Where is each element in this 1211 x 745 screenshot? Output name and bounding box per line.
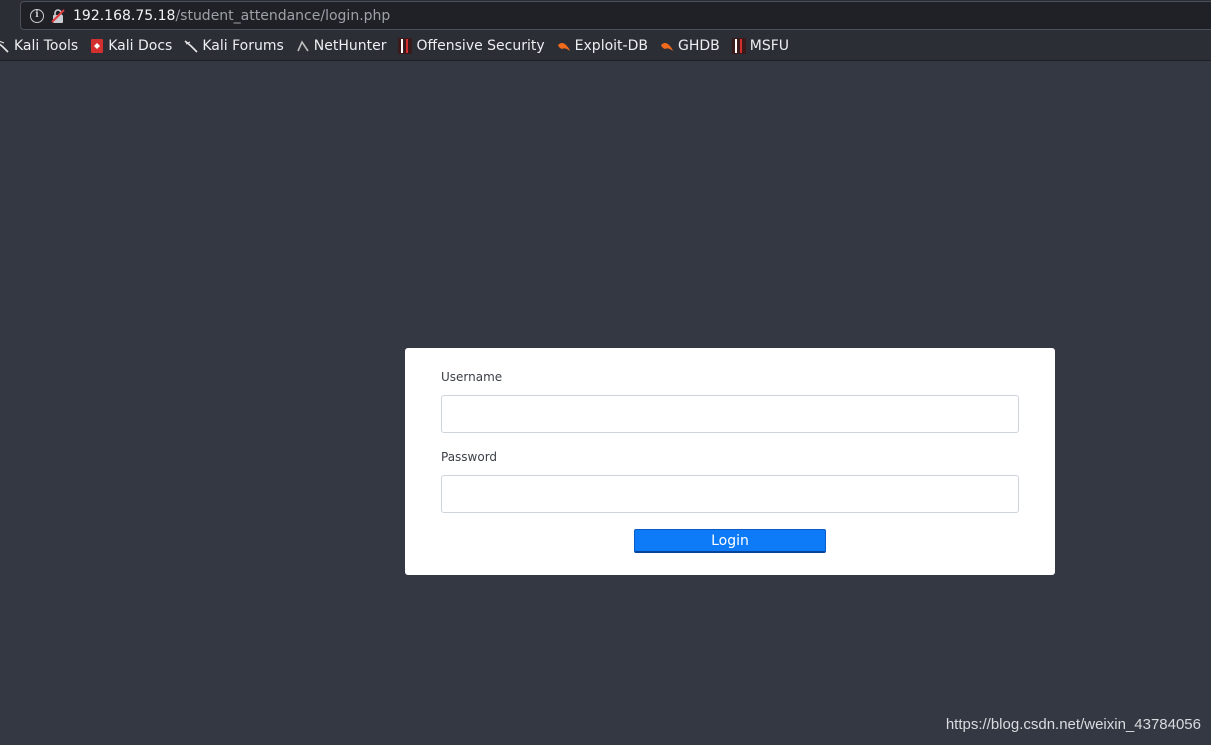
browser-chrome: i 192.168.75.18/student_attendance/login… <box>0 0 1211 61</box>
info-circle-icon[interactable]: i <box>30 9 44 23</box>
watermark-text: https://blog.csdn.net/weixin_43784056 <box>945 716 1201 733</box>
bookmark-msfu[interactable]: MSFU <box>731 34 789 58</box>
nethunter-icon <box>297 40 309 52</box>
insecure-lock-icon[interactable] <box>50 8 66 24</box>
toolbar-divider <box>0 60 1211 61</box>
bookmark-label: Kali Forums <box>202 38 284 54</box>
bookmark-label: Kali Docs <box>108 38 173 54</box>
login-button[interactable]: Login <box>634 529 826 553</box>
kali-dragon-icon <box>0 40 9 53</box>
kali-docs-icon <box>91 39 104 53</box>
bookmark-nethunter[interactable]: NetHunter <box>296 34 387 58</box>
bookmark-offensive-security[interactable]: Offensive Security <box>398 34 545 58</box>
bookmark-ghdb[interactable]: GHDB <box>660 34 720 58</box>
username-label: Username <box>441 370 503 384</box>
kali-dragon-icon <box>184 40 198 53</box>
bookmark-exploit-db[interactable]: Exploit-DB <box>557 34 648 58</box>
bookmark-kali-forums[interactable]: Kali Forums <box>184 34 284 58</box>
address-bar[interactable]: i 192.168.75.18/student_attendance/login… <box>20 1 1211 30</box>
password-input[interactable] <box>441 475 1019 513</box>
url-text[interactable]: 192.168.75.18/student_attendance/login.p… <box>73 7 390 25</box>
bookmark-kali-docs[interactable]: Kali Docs <box>90 34 172 58</box>
bookmarks-toolbar: Kali Tools Kali Docs Kali Forums NetHunt… <box>0 34 1211 58</box>
bookmark-label: NetHunter <box>313 38 387 54</box>
password-label: Password <box>441 450 498 464</box>
url-path: /student_attendance/login.php <box>175 8 391 24</box>
bookmark-label: GHDB <box>677 38 720 54</box>
url-host: 192.168.75.18 <box>73 8 176 24</box>
bookmark-label: Offensive Security <box>416 38 545 54</box>
exploit-db-icon <box>557 43 570 51</box>
bookmark-label: Exploit-DB <box>574 38 648 54</box>
bookmark-label: Kali Tools <box>14 38 79 54</box>
bookmark-label: MSFU <box>749 38 789 54</box>
bookmark-kali-tools[interactable]: Kali Tools <box>0 34 78 58</box>
ghdb-icon <box>660 43 673 51</box>
msfu-icon <box>731 38 746 54</box>
username-input[interactable] <box>441 395 1019 433</box>
login-card: Username Password Login <box>405 348 1055 575</box>
offsec-icon <box>398 38 413 54</box>
